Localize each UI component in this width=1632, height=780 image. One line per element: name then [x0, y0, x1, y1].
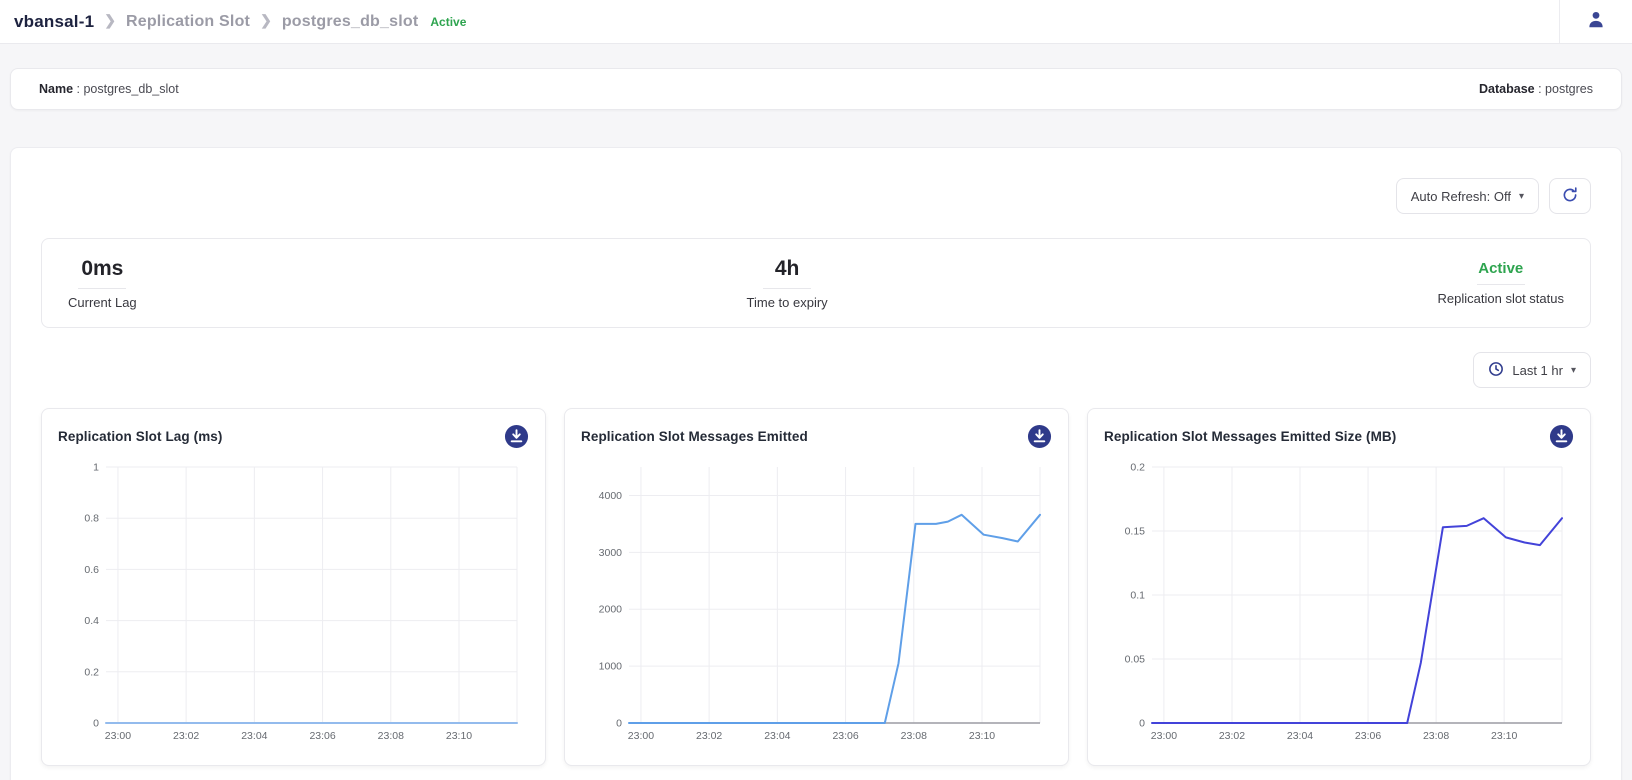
chart-header: Replication Slot Messages Emitted	[581, 424, 1052, 449]
chart-header: Replication Slot Messages Emitted Size (…	[1104, 424, 1574, 449]
slot-name: Name : postgres_db_slot	[39, 82, 179, 96]
svg-text:4000: 4000	[599, 490, 623, 502]
stat-label: Replication slot status	[1438, 291, 1564, 306]
svg-text:23:00: 23:00	[1151, 730, 1177, 742]
svg-text:23:10: 23:10	[1491, 730, 1517, 742]
stat-current-lag: 0ms Current Lag	[68, 257, 137, 310]
svg-text:0.6: 0.6	[84, 564, 99, 576]
svg-text:23:06: 23:06	[1355, 730, 1381, 742]
auto-refresh-dropdown[interactable]: Auto Refresh: Off ▾	[1396, 178, 1539, 214]
svg-text:1: 1	[93, 462, 99, 474]
clock-icon	[1488, 361, 1504, 380]
stat-value: Active	[1478, 260, 1523, 277]
stat-time-to-expiry: 4h Time to expiry	[747, 257, 828, 310]
chart-title: Replication Slot Lag (ms)	[58, 429, 223, 444]
breadcrumb-cluster[interactable]: vbansal-1	[14, 12, 94, 32]
chevron-down-icon: ▾	[1519, 191, 1524, 202]
svg-text:2000: 2000	[599, 604, 623, 616]
divider	[78, 288, 126, 289]
svg-text:23:04: 23:04	[241, 730, 267, 742]
download-chart-icon[interactable]	[1027, 424, 1052, 449]
slot-database-label: Database	[1479, 82, 1535, 96]
slot-database: Database : postgres	[1479, 82, 1593, 96]
chart-card-messages-emitted: Replication Slot Messages Emitted 23:002…	[564, 408, 1069, 766]
stat-label: Current Lag	[68, 295, 137, 310]
user-icon	[1585, 8, 1607, 35]
refresh-icon	[1561, 186, 1579, 207]
user-menu-button[interactable]	[1560, 0, 1632, 43]
breadcrumb-section[interactable]: Replication Slot	[126, 13, 250, 31]
download-chart-icon[interactable]	[504, 424, 529, 449]
svg-text:0.2: 0.2	[84, 666, 99, 678]
svg-text:23:00: 23:00	[628, 730, 654, 742]
svg-text:23:02: 23:02	[696, 730, 722, 742]
refresh-controls: Auto Refresh: Off ▾	[41, 178, 1591, 214]
svg-text:0.4: 0.4	[84, 615, 99, 627]
chart-title: Replication Slot Messages Emitted Size (…	[1104, 429, 1396, 444]
svg-text:0.1: 0.1	[1130, 590, 1145, 602]
chevron-down-icon: ▾	[1571, 365, 1576, 376]
svg-text:0: 0	[1139, 718, 1145, 730]
svg-text:23:08: 23:08	[901, 730, 927, 742]
time-range-dropdown[interactable]: Last 1 hr ▾	[1473, 352, 1591, 388]
status-badge: Active	[430, 15, 466, 29]
slot-database-value: postgres	[1545, 82, 1593, 96]
svg-text:23:10: 23:10	[969, 730, 995, 742]
divider	[1477, 284, 1525, 285]
svg-text:23:04: 23:04	[1287, 730, 1313, 742]
header-right	[1559, 0, 1632, 43]
chart-card-replication-slot-lag: Replication Slot Lag (ms) 23:0023:0223:0…	[41, 408, 546, 766]
chevron-right-icon: ❯	[260, 12, 272, 29]
stat-value: 0ms	[81, 257, 123, 281]
chart-card-messages-emitted-size: Replication Slot Messages Emitted Size (…	[1087, 408, 1591, 766]
svg-text:23:04: 23:04	[764, 730, 790, 742]
svg-text:0: 0	[93, 718, 99, 730]
divider	[763, 288, 811, 289]
charts-row: Replication Slot Lag (ms) 23:0023:0223:0…	[41, 408, 1591, 766]
summary-stats: 0ms Current Lag 4h Time to expiry Active…	[41, 238, 1591, 328]
svg-text:0.8: 0.8	[84, 513, 99, 525]
slot-name-label: Name	[39, 82, 73, 96]
chart-title: Replication Slot Messages Emitted	[581, 429, 808, 444]
chart-header: Replication Slot Lag (ms)	[58, 424, 529, 449]
svg-text:0.2: 0.2	[1130, 462, 1145, 474]
svg-text:3000: 3000	[599, 547, 623, 559]
download-chart-icon[interactable]	[1549, 424, 1574, 449]
top-header: vbansal-1 ❯ Replication Slot ❯ postgres_…	[0, 0, 1632, 44]
slot-info-bar: Name : postgres_db_slot Database : postg…	[10, 68, 1622, 110]
chevron-right-icon: ❯	[104, 12, 116, 29]
breadcrumb-slot[interactable]: postgres_db_slot	[282, 13, 419, 31]
svg-text:0.15: 0.15	[1125, 526, 1146, 538]
svg-text:23:06: 23:06	[832, 730, 858, 742]
breadcrumb: vbansal-1 ❯ Replication Slot ❯ postgres_…	[14, 12, 466, 32]
refresh-button[interactable]	[1549, 178, 1591, 214]
svg-text:0.05: 0.05	[1125, 654, 1146, 666]
svg-text:23:02: 23:02	[1219, 730, 1245, 742]
slot-name-value: postgres_db_slot	[83, 82, 178, 96]
line-chart-messages-emitted-size[interactable]: 23:00 23:02 23:04 23:06 23:08 23:10 0 0.05 0.1 0.…	[1104, 455, 1574, 751]
svg-text:0: 0	[616, 718, 622, 730]
stat-label: Time to expiry	[747, 295, 828, 310]
svg-text:23:10: 23:10	[446, 730, 472, 742]
svg-text:23:02: 23:02	[173, 730, 199, 742]
time-range-row: Last 1 hr ▾	[41, 352, 1591, 388]
svg-text:23:06: 23:06	[309, 730, 335, 742]
line-chart-replication-slot-lag[interactable]: 23:00 23:02 23:04 23:06 23:08 23:10 0 0.2 0.4 0.6…	[58, 455, 529, 751]
stat-value: 4h	[775, 257, 800, 281]
svg-text:1000: 1000	[599, 661, 623, 673]
time-range-label: Last 1 hr	[1512, 363, 1563, 378]
svg-text:23:08: 23:08	[378, 730, 404, 742]
auto-refresh-label: Auto Refresh: Off	[1411, 189, 1511, 204]
svg-text:23:08: 23:08	[1423, 730, 1449, 742]
metrics-panel: Auto Refresh: Off ▾ 0ms Current Lag 4h T…	[10, 147, 1622, 780]
stat-slot-status: Active Replication slot status	[1438, 260, 1564, 306]
line-chart-messages-emitted[interactable]: 23:00 23:02 23:04 23:06 23:08 23:10 0 1000 2000 3…	[581, 455, 1052, 751]
svg-text:23:00: 23:00	[105, 730, 131, 742]
